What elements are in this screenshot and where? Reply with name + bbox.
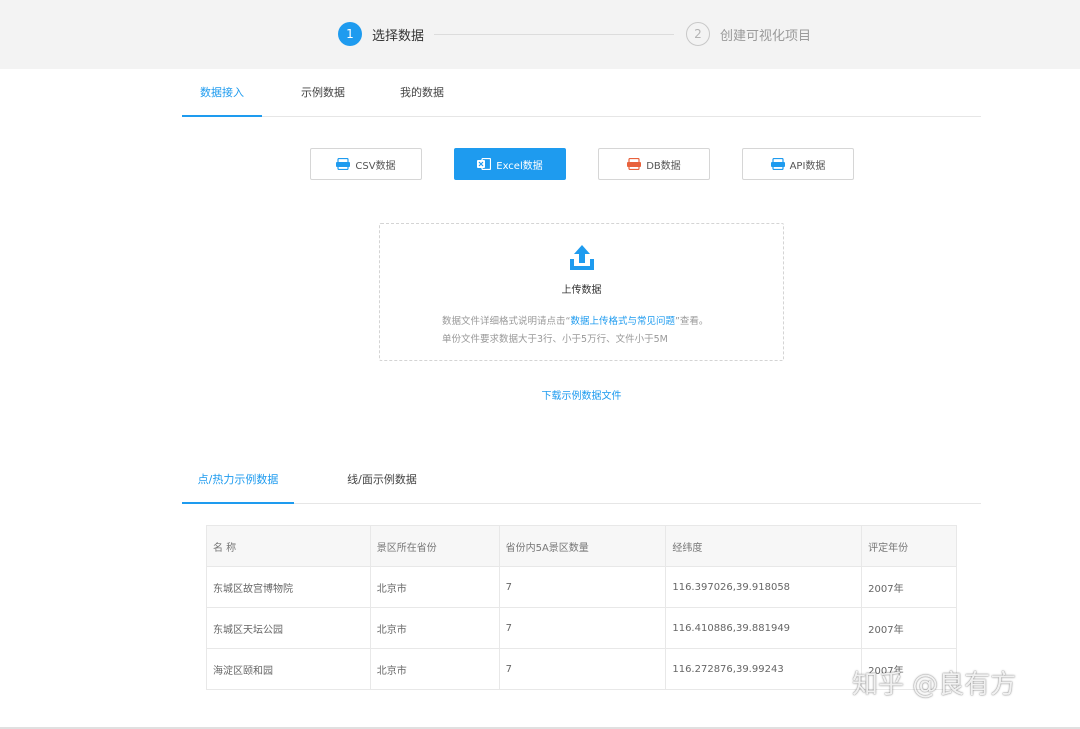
step-label: 选择数据 xyxy=(372,28,425,44)
upload-icon xyxy=(570,245,594,270)
step-number: 2 xyxy=(686,22,710,46)
tab-data-import[interactable]: 数据接入 xyxy=(182,69,262,117)
table-cell: 海淀区颐和园 xyxy=(206,648,371,690)
database-icon xyxy=(627,158,642,170)
step-connector xyxy=(434,34,674,35)
button-label: CSV数据 xyxy=(355,160,396,172)
table-row: 东城区故宫博物院 北京市 7 116.397026,39.918058 2007… xyxy=(206,566,957,608)
step-number: 1 xyxy=(338,22,362,46)
button-label: DB数据 xyxy=(646,160,681,172)
download-sample-link[interactable]: 下载示例数据文件 xyxy=(0,387,1080,402)
upload-title: 上传数据 xyxy=(561,285,602,296)
format-faq-link[interactable]: 数据上传格式与常见问题 xyxy=(570,316,675,327)
api-icon xyxy=(770,158,785,170)
column-header: 名 称 xyxy=(206,525,371,567)
excel-file-icon xyxy=(477,158,492,170)
column-header: 省份内5A景区数量 xyxy=(498,525,667,567)
table-cell: 2007年 xyxy=(861,566,957,608)
table-cell: 7 xyxy=(498,566,667,608)
table-cell: 2007年 xyxy=(861,607,957,649)
table-row: 东城区天坛公园 北京市 7 116.410886,39.881949 2007年 xyxy=(206,607,957,649)
table-cell: 北京市 xyxy=(369,648,500,690)
step-select-data: 1 选择数据 xyxy=(338,22,424,46)
table-cell: 116.272876,39.99243 xyxy=(665,648,863,690)
note-suffix: ”查看。 xyxy=(674,316,709,327)
stepper: 1 选择数据 2 创建可视化项目 xyxy=(0,0,1080,69)
tab-sample-data[interactable]: 示例数据 xyxy=(283,69,363,117)
column-header: 景区所在省份 xyxy=(369,525,500,567)
table-cell: 7 xyxy=(498,648,667,690)
sample-data-tabs: 点/热力示例数据 线/面示例数据 xyxy=(182,456,981,504)
table-cell: 116.410886,39.881949 xyxy=(665,607,863,649)
table-cell: 东城区天坛公园 xyxy=(206,607,371,649)
table-cell: 116.397026,39.918058 xyxy=(665,566,863,608)
table-header-row: 名 称 景区所在省份 省份内5A景区数量 经纬度 评定年份 xyxy=(206,525,957,567)
button-label: Excel数据 xyxy=(496,160,543,172)
api-data-button[interactable]: API数据 xyxy=(742,148,854,180)
csv-file-icon xyxy=(336,158,351,170)
step-create-project: 2 创建可视化项目 xyxy=(686,22,811,46)
column-header: 经纬度 xyxy=(665,525,863,567)
data-source-tabs: 数据接入 示例数据 我的数据 xyxy=(182,69,981,117)
table-row: 海淀区颐和园 北京市 7 116.272876,39.99243 2007年 xyxy=(206,648,957,690)
note-prefix: 数据文件详细格式说明请点击“ xyxy=(442,316,571,327)
button-label: API数据 xyxy=(789,160,826,172)
db-data-button[interactable]: DB数据 xyxy=(598,148,710,180)
watermark: 知乎 @良有方 xyxy=(852,670,1017,700)
table-cell: 北京市 xyxy=(369,566,500,608)
sample-data-table: 名 称 景区所在省份 省份内5A景区数量 经纬度 评定年份 东城区故宫博物院 北… xyxy=(206,525,957,690)
tab-line-area-sample[interactable]: 线/面示例数据 xyxy=(332,456,432,504)
upload-dropzone[interactable]: 上传数据 数据文件详细格式说明请点击“数据上传格式与常见问题”查看。 单份文件要… xyxy=(379,223,784,361)
upload-format-note: 数据文件详细格式说明请点击“数据上传格式与常见问题”查看。 xyxy=(442,313,708,327)
step-label: 创建可视化项目 xyxy=(720,28,812,44)
column-header: 评定年份 xyxy=(861,525,957,567)
table-cell: 北京市 xyxy=(369,607,500,649)
upload-limit-note: 单份文件要求数据大于3行、小于5万行、文件小于5M xyxy=(442,334,668,345)
csv-data-button[interactable]: CSV数据 xyxy=(310,148,422,180)
tab-point-heat-sample[interactable]: 点/热力示例数据 xyxy=(182,456,294,504)
tab-my-data[interactable]: 我的数据 xyxy=(382,69,462,117)
excel-data-button[interactable]: Excel数据 xyxy=(454,148,566,180)
table-cell: 东城区故宫博物院 xyxy=(206,566,371,608)
table-cell: 7 xyxy=(498,607,667,649)
